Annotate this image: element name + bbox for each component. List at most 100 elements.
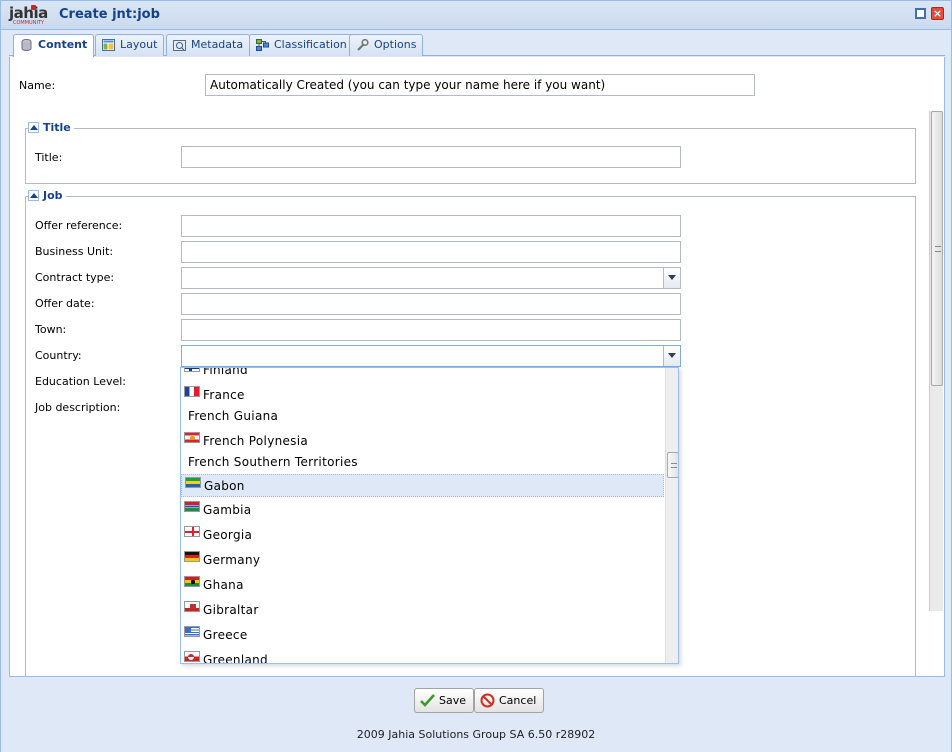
title-label: Title: (35, 151, 63, 164)
flag-gabon-icon (185, 477, 201, 488)
flag-ghana-icon (184, 576, 200, 587)
business-unit-input[interactable] (181, 241, 681, 263)
flag-greenland-icon (184, 651, 200, 662)
chevron-down-icon[interactable] (663, 268, 680, 288)
job-description-label: Job description: (35, 401, 121, 414)
jahia-logo: jahia COMMUNITY (7, 4, 48, 26)
offer-date-label: Offer date: (35, 297, 95, 310)
maximize-icon[interactable] (915, 8, 926, 19)
business-unit-label: Business Unit: (35, 245, 114, 258)
name-input[interactable]: Automatically Created (you can type your… (205, 74, 755, 96)
list-item[interactable]: Gambia (181, 499, 664, 522)
list-item[interactable]: Georgia (181, 524, 664, 547)
flag-georgia-icon (184, 526, 200, 537)
wrench-icon (357, 39, 369, 51)
database-icon (21, 39, 32, 51)
list-item-label: France (203, 388, 245, 402)
job-legend[interactable]: Job (28, 189, 66, 203)
collapse-icon[interactable] (28, 189, 39, 201)
offer-reference-input[interactable] (181, 215, 681, 237)
classification-icon (256, 39, 269, 51)
title-input[interactable] (181, 146, 681, 168)
list-item-label: French Southern Territories (188, 455, 358, 469)
list-item-label: Germany (203, 553, 261, 567)
dialog-window: jahia COMMUNITY Create jnt:job × Content… (0, 0, 952, 752)
contract-type-select[interactable] (181, 267, 681, 289)
tab-classification-label: Classification (274, 38, 347, 51)
tab-layout[interactable]: Layout (95, 34, 165, 56)
list-item[interactable]: French Guiana (181, 405, 664, 428)
list-item-label: Finland (203, 367, 248, 377)
logo-subtext: COMMUNITY (13, 20, 45, 26)
tab-content[interactable]: Content (13, 34, 95, 57)
list-item-label: Gabon (204, 479, 245, 493)
title-legend[interactable]: Title (28, 121, 74, 135)
country-dropdown-list[interactable]: Finland France French Guiana French Poly… (180, 367, 679, 664)
title-legend-text: Title (43, 121, 71, 134)
name-label: Name: (19, 79, 56, 92)
flag-gambia-icon (184, 501, 200, 512)
scrollbar-thumb[interactable] (931, 111, 943, 386)
list-item[interactable]: French Southern Territories (181, 451, 664, 474)
close-icon[interactable]: × (931, 7, 944, 20)
save-button[interactable]: Save (414, 688, 475, 713)
list-item[interactable]: Greenland (181, 649, 664, 664)
flag-germany-icon (184, 551, 200, 562)
country-label: Country: (35, 349, 82, 362)
metadata-icon (173, 40, 186, 51)
job-legend-text: Job (43, 189, 63, 202)
tab-layout-label: Layout (120, 38, 158, 51)
education-level-label: Education Level: (35, 375, 127, 388)
tab-content-label: Content (38, 38, 88, 51)
flag-france-icon (184, 386, 200, 397)
list-item-label: French Guiana (188, 409, 279, 423)
copyright-text: 2009 Jahia Solutions Group SA 6.50 r2890… (356, 728, 596, 741)
flag-gibraltar-icon (184, 601, 200, 612)
contract-type-label: Contract type: (35, 271, 115, 284)
tab-metadata-label: Metadata (191, 38, 244, 51)
dialog-title: Create jnt:job (59, 7, 160, 22)
chevron-down-icon[interactable] (663, 346, 680, 366)
checkmark-icon (420, 694, 435, 707)
offer-reference-label: Offer reference: (35, 219, 123, 232)
list-item-label: Gambia (203, 503, 252, 517)
flag-finland-icon (184, 368, 200, 372)
dropdown-scrollbar[interactable] (665, 368, 678, 663)
grip-icon (671, 463, 677, 468)
form-scrollbar[interactable] (929, 111, 943, 611)
logo-dot (31, 5, 36, 10)
tab-strip: Content Layout Metadata Classification O… (9, 31, 945, 57)
list-item[interactable]: French Polynesia (181, 430, 664, 453)
list-item[interactable]: Finland (181, 367, 664, 382)
scrollbar-thumb[interactable] (667, 452, 678, 478)
list-item-label: Gibraltar (203, 603, 259, 617)
town-input[interactable] (181, 319, 681, 341)
collapse-icon[interactable] (28, 121, 39, 133)
tab-classification[interactable]: Classification (249, 34, 354, 56)
flag-greece-icon (184, 626, 200, 637)
list-item[interactable]: Greece (181, 624, 664, 647)
country-select[interactable] (181, 345, 681, 367)
tab-metadata[interactable]: Metadata (166, 34, 251, 56)
list-item-label: Georgia (203, 528, 253, 542)
title-bar[interactable]: jahia COMMUNITY Create jnt:job × (1, 1, 951, 30)
offer-date-input[interactable] (181, 293, 681, 315)
tab-options-label: Options (374, 38, 417, 51)
list-item-label: Greenland (203, 653, 268, 664)
list-item[interactable]: Gibraltar (181, 599, 664, 622)
list-item-label: Ghana (203, 578, 244, 592)
list-item[interactable]: Gabon (181, 474, 664, 497)
flag-french-polynesia-icon (184, 432, 200, 443)
cancel-button[interactable]: Cancel (474, 688, 545, 713)
grip-icon (935, 246, 941, 252)
list-item-label: French Polynesia (203, 434, 309, 448)
town-label: Town: (35, 323, 67, 336)
cancel-icon (480, 693, 495, 708)
save-button-label: Save (439, 694, 467, 707)
tab-options[interactable]: Options (349, 34, 424, 56)
list-item[interactable]: Germany (181, 549, 664, 572)
list-item[interactable]: Ghana (181, 574, 664, 597)
cancel-button-label: Cancel (499, 694, 537, 707)
list-item[interactable]: France (181, 384, 664, 407)
list-item-label: Greece (203, 628, 248, 642)
